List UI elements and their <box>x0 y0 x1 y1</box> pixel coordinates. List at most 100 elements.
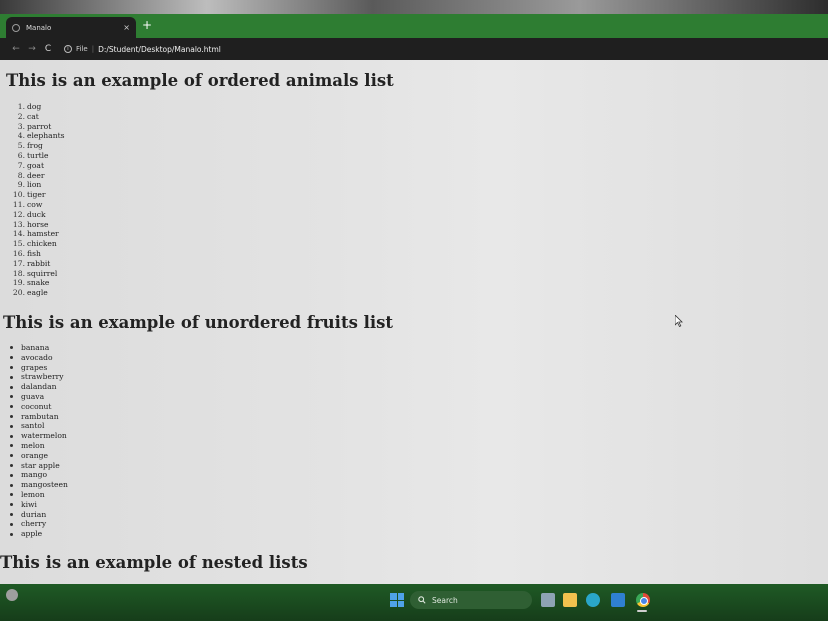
close-tab-icon[interactable]: × <box>123 23 130 32</box>
list-number: 8. <box>17 170 25 180</box>
bullet-icon <box>10 346 13 350</box>
info-icon[interactable]: i <box>64 45 72 53</box>
fruit-list-item: apple <box>10 529 68 539</box>
vscode-icon[interactable] <box>611 593 625 607</box>
list-number: 16. <box>12 248 25 258</box>
edge-icon[interactable] <box>586 593 600 607</box>
animal-name: fish <box>27 248 41 258</box>
animal-name: duck <box>27 209 46 219</box>
fruit-name: cherry <box>21 519 47 529</box>
fruit-list-item: durian <box>10 510 68 520</box>
animal-name: turtle <box>27 150 49 160</box>
file-explorer-icon[interactable] <box>541 593 555 607</box>
fruit-list-item: watermelon <box>10 431 68 441</box>
start-icon[interactable] <box>390 593 404 607</box>
list-number: 5. <box>17 141 25 151</box>
bullet-icon <box>10 375 13 379</box>
animal-name: parrot <box>27 121 52 131</box>
fruit-name: durian <box>21 509 47 519</box>
list-number: 9. <box>17 180 25 190</box>
taskbar-search[interactable]: Search <box>410 591 532 609</box>
bullet-icon <box>10 395 13 399</box>
bullet-icon <box>10 522 13 526</box>
animal-name: tiger <box>27 190 46 200</box>
animal-name: lion <box>27 180 42 190</box>
animal-name: rabbit <box>27 258 51 268</box>
animals-ordered-list: 1. dog 2. cat 3. parrot 4. elephants 5. frog 6. tur… <box>8 102 65 298</box>
fruit-name: watermelon <box>21 431 67 441</box>
animal-name: squirrel <box>27 268 58 278</box>
fruit-name: mangosteen <box>21 480 68 490</box>
animal-name: cat <box>27 111 39 121</box>
animal-list-item: 5. frog <box>8 141 65 151</box>
fruit-name: banana <box>21 343 50 352</box>
fruit-name: coconut <box>21 401 52 411</box>
fruit-name: star apple <box>21 460 60 470</box>
bullet-icon <box>10 454 13 458</box>
list-number: 6. <box>17 150 25 160</box>
animal-list-item: 20. eagle <box>8 288 65 298</box>
fruit-list-item: mangosteen <box>10 480 68 490</box>
list-number: 3. <box>17 121 25 131</box>
address-bar[interactable]: i File | D:/Student/Desktop/Manalo.html <box>64 45 221 54</box>
tab-manalo[interactable]: Manalo × <box>6 17 136 38</box>
fruit-list-item: guava <box>10 392 68 402</box>
bullet-icon <box>10 414 13 418</box>
fruit-list-item: kiwi <box>10 500 68 510</box>
fruit-list-item: banana <box>10 343 68 353</box>
animal-name: chicken <box>27 239 57 249</box>
fruit-list-item: lemon <box>10 490 68 500</box>
back-button[interactable]: ← <box>8 44 24 54</box>
bullet-icon <box>10 532 13 536</box>
fruit-list-item: coconut <box>10 402 68 412</box>
animal-list-item: 12. duck <box>8 210 65 220</box>
widgets-icon[interactable] <box>6 589 18 601</box>
reload-button[interactable]: C <box>40 44 56 54</box>
fruit-list-item: star apple <box>10 461 68 471</box>
fruit-name: rambutan <box>21 411 59 421</box>
bullet-icon <box>10 365 13 369</box>
bullet-icon <box>10 444 13 448</box>
fruit-list-item: avocado <box>10 353 68 363</box>
active-app-indicator <box>637 610 647 612</box>
list-number: 18. <box>12 268 25 278</box>
list-number: 20. <box>12 288 25 298</box>
animal-name: horse <box>27 219 49 229</box>
animal-list-item: 3. parrot <box>8 122 65 132</box>
animal-name: goat <box>27 160 45 170</box>
bullet-icon <box>10 405 13 409</box>
globe-icon <box>12 23 20 32</box>
animal-list-item: 16. fish <box>8 249 65 259</box>
fruit-name: guava <box>21 391 45 401</box>
new-tab-button[interactable]: + <box>142 18 152 32</box>
fruit-name: santol <box>21 421 45 431</box>
bullet-icon <box>10 356 13 360</box>
animal-name: hamster <box>27 229 59 239</box>
chrome-icon[interactable] <box>636 593 650 607</box>
animal-list-item: 2. cat <box>8 112 65 122</box>
fruit-name: kiwi <box>21 499 37 509</box>
list-number: 17. <box>12 258 25 268</box>
list-number: 2. <box>17 111 25 121</box>
fruit-list-item: cherry <box>10 519 68 529</box>
url-scheme-label: File <box>76 45 88 53</box>
forward-button[interactable]: → <box>24 44 40 54</box>
search-icon <box>418 596 426 604</box>
bullet-icon <box>10 493 13 497</box>
fruit-list-item: grapes <box>10 363 68 373</box>
animal-list-item: 17. rabbit <box>8 259 65 269</box>
fruit-list-item: rambutan <box>10 412 68 422</box>
animal-name: eagle <box>27 288 48 298</box>
fruit-name: avocado <box>21 352 53 362</box>
bullet-icon <box>10 385 13 389</box>
animal-list-item: 9. lion <box>8 180 65 190</box>
fruit-list-item: mango <box>10 470 68 480</box>
fruit-name: mango <box>21 470 48 480</box>
animal-list-item: 14. hamster <box>8 229 65 239</box>
list-number: 14. <box>12 229 25 239</box>
fruits-heading: This is an example of unordered fruits l… <box>3 313 394 332</box>
folder-icon[interactable] <box>563 593 577 607</box>
animal-list-item: 6. turtle <box>8 151 65 161</box>
fruit-list-item: santol <box>10 421 68 431</box>
url-text[interactable]: D:/Student/Desktop/Manalo.html <box>98 45 221 54</box>
